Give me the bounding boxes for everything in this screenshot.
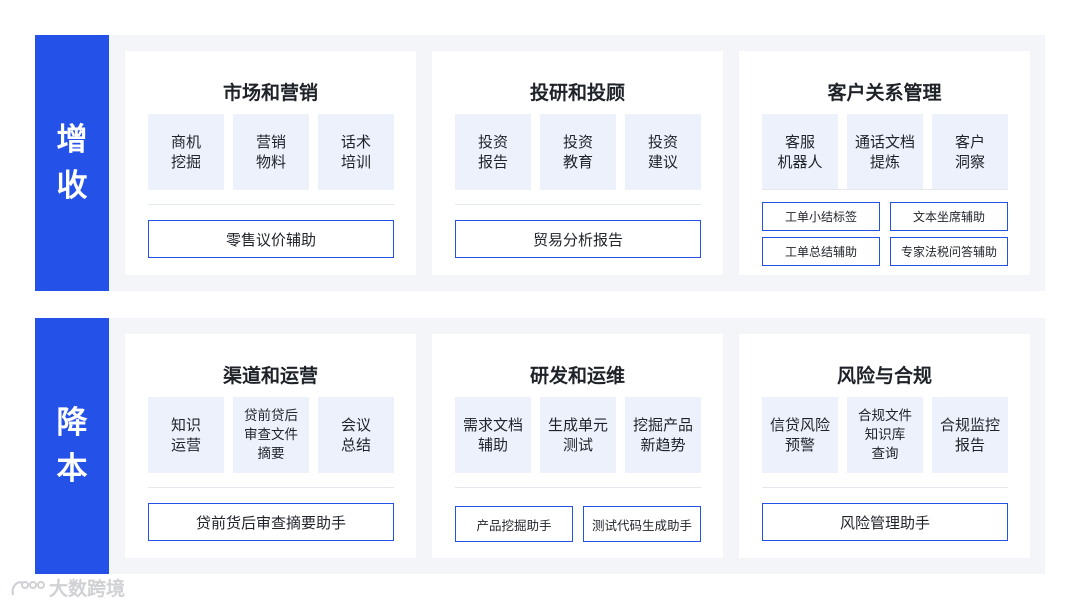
tile-loan-review-summary[interactable]: 贷前贷后 审查文件 摘要 <box>233 397 309 473</box>
panel-title: 风险与合规 <box>836 365 932 387</box>
loan-review-assistant-button[interactable]: 贷前货后审查摘要助手 <box>148 503 394 541</box>
divider <box>148 204 394 205</box>
revenue-growth-label: 增 收 <box>35 35 109 291</box>
product-mining-assistant-button[interactable]: 产品挖掘助手 <box>455 506 573 542</box>
tile-knowledge-ops[interactable]: 知识 运营 <box>148 397 224 473</box>
divider <box>148 487 394 488</box>
divider <box>762 487 1008 488</box>
divider <box>455 487 701 488</box>
tile-service-robot[interactable]: 客服 机器人 <box>762 114 838 190</box>
watermark: 大数跨境 <box>9 574 125 601</box>
tile-compliance-kb-query[interactable]: 合规文件 知识库 查询 <box>847 397 923 473</box>
tile-call-doc-extraction[interactable]: 通话文档 提炼 <box>847 114 923 190</box>
tile-compliance-monitor-report[interactable]: 合规监控 报告 <box>932 397 1008 473</box>
risk-management-assistant-button[interactable]: 风险管理助手 <box>762 503 1008 541</box>
marketing-panel: 市场和营销 商机 挖掘 营销 物料 话术 培训 零售议价辅助 <box>125 51 416 275</box>
tile-opportunity-mining[interactable]: 商机 挖掘 <box>148 114 224 190</box>
tile-customer-insight[interactable]: 客户 洞察 <box>932 114 1008 190</box>
divider <box>455 204 701 205</box>
tile-investment-education[interactable]: 投资 教育 <box>540 114 616 190</box>
investment-panel: 投研和投顾 投资 报告 投资 教育 投资 建议 贸易分析报告 <box>432 51 723 275</box>
trade-analysis-button[interactable]: 贸易分析报告 <box>455 220 701 258</box>
risk-compliance-panel: 风险与合规 信贷风险 预警 合规文件 知识库 查询 合规监控 报告 风险管理助手 <box>739 334 1030 558</box>
tile-unit-test-gen[interactable]: 生成单元 测试 <box>540 397 616 473</box>
panel-title: 渠道和运营 <box>222 365 318 387</box>
expert-legal-tax-qa-button[interactable]: 专家法税问答辅助 <box>890 237 1008 266</box>
tile-marketing-materials[interactable]: 营销 物料 <box>233 114 309 190</box>
tile-requirements-doc[interactable]: 需求文档 辅助 <box>455 397 531 473</box>
watermark-logo-icon <box>9 575 45 601</box>
label-char: 增 <box>56 122 88 158</box>
test-code-gen-assistant-button[interactable]: 测试代码生成助手 <box>583 506 701 542</box>
cost-reduction-label: 降 本 <box>35 318 109 574</box>
tile-credit-risk-alert[interactable]: 信贷风险 预警 <box>762 397 838 473</box>
text-agent-assist-button[interactable]: 文本坐席辅助 <box>890 202 1008 231</box>
panel-title: 市场和营销 <box>222 82 318 104</box>
tile-meeting-summary[interactable]: 会议 总结 <box>318 397 394 473</box>
revenue-growth-section: 增 收 市场和营销 商机 挖掘 营销 物料 话术 培训 零售议价辅助 投研和投顾 投资… <box>35 35 1045 291</box>
panel-title: 投研和投顾 <box>529 82 625 104</box>
tile-investment-report[interactable]: 投资 报告 <box>455 114 531 190</box>
ticket-summary-assist-button[interactable]: 工单总结辅助 <box>762 237 880 266</box>
watermark-text: 大数跨境 <box>49 578 126 600</box>
tile-investment-advice[interactable]: 投资 建议 <box>625 114 701 190</box>
cost-reduction-section: 降 本 渠道和运营 知识 运营 贷前贷后 审查文件 摘要 会议 总结 贷前货后审查摘要助… <box>35 318 1045 574</box>
tile-script-training[interactable]: 话术 培训 <box>318 114 394 190</box>
panel-title: 研发和运维 <box>529 365 625 387</box>
divider <box>762 189 1008 190</box>
channel-ops-panel: 渠道和运营 知识 运营 贷前贷后 审查文件 摘要 会议 总结 贷前货后审查摘要助手 <box>125 334 416 558</box>
label-char: 收 <box>56 168 88 204</box>
ticket-summary-tag-button[interactable]: 工单小结标签 <box>762 202 880 231</box>
tile-product-trends[interactable]: 挖掘产品 新趋势 <box>625 397 701 473</box>
panel-title: 客户关系管理 <box>827 82 942 104</box>
retail-negotiation-button[interactable]: 零售议价辅助 <box>148 220 394 258</box>
label-char: 降 <box>56 405 88 441</box>
label-char: 本 <box>56 451 88 487</box>
rnd-ops-panel: 研发和运维 需求文档 辅助 生成单元 测试 挖掘产品 新趋势 产品挖掘助手 测试代码生… <box>432 334 723 558</box>
crm-panel: 客户关系管理 客服 机器人 通话文档 提炼 客户 洞察 工单小结标签 文本坐席辅助 工… <box>739 51 1030 275</box>
